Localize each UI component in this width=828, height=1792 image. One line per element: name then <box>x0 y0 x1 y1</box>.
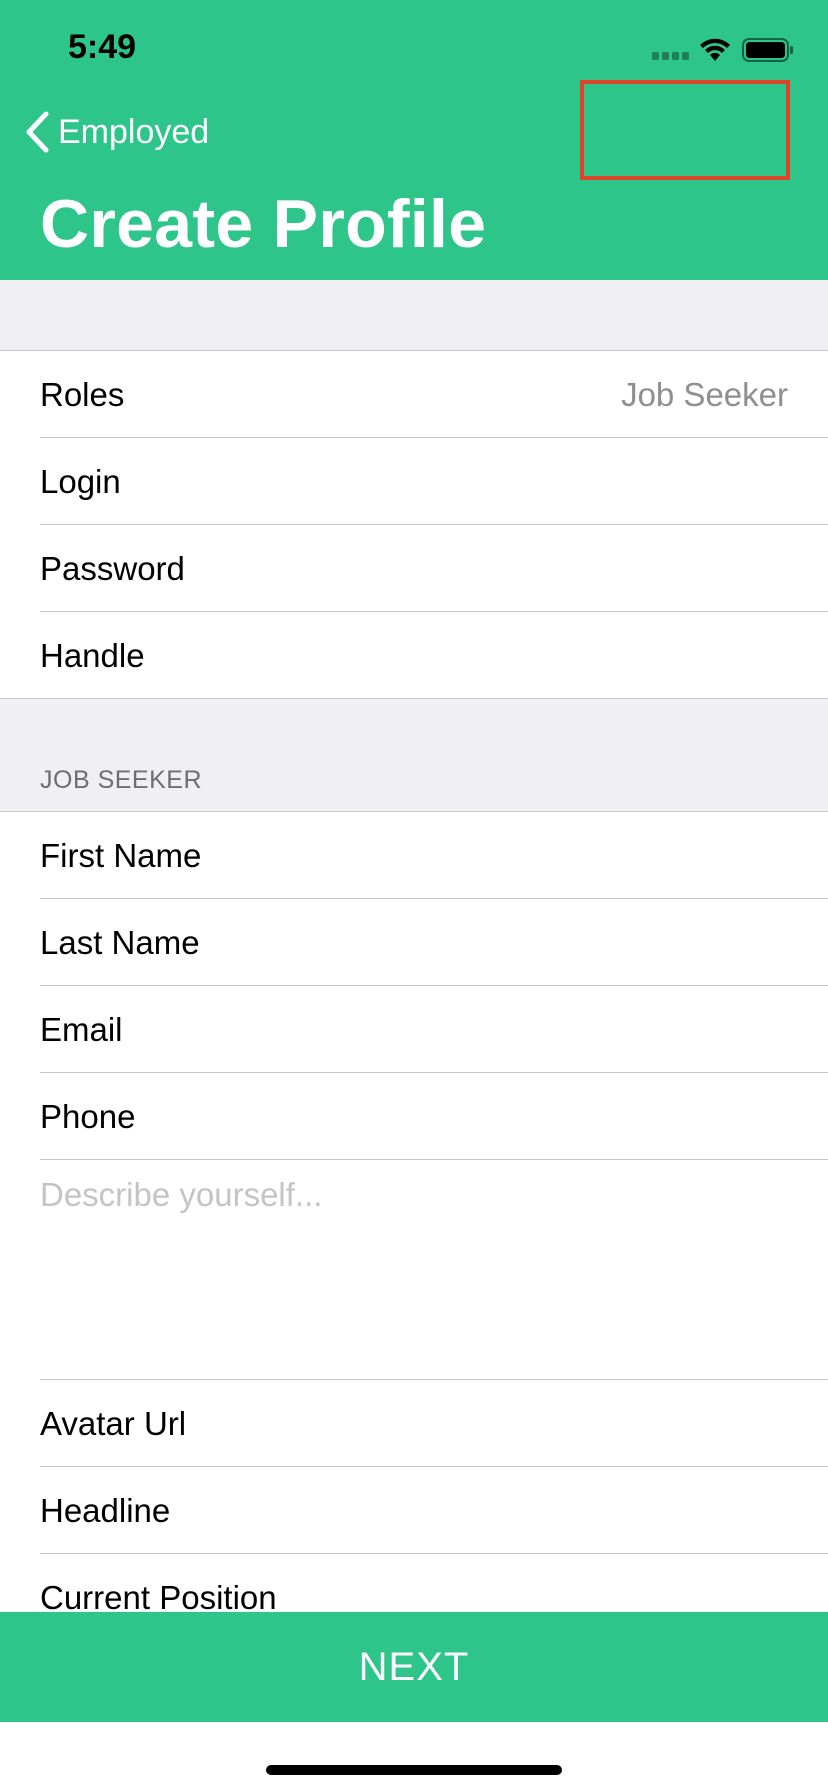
back-button[interactable]: Employed <box>24 108 209 156</box>
next-button[interactable]: NEXT <box>0 1612 828 1722</box>
last-name-label: Last Name <box>40 924 200 961</box>
last-name-field[interactable]: Last Name <box>0 899 828 986</box>
back-button-label: Employed <box>58 112 210 151</box>
group-spacer <box>0 280 828 351</box>
wifi-icon <box>700 38 730 61</box>
handle-label: Handle <box>40 637 145 674</box>
section-header-label: JOB SEEKER <box>40 766 202 794</box>
headline-field[interactable]: Headline <box>0 1467 828 1554</box>
current-position-label: Current Position <box>40 1579 277 1612</box>
cellular-signal-icon <box>652 52 692 60</box>
roles-row[interactable]: Roles Job Seeker <box>0 351 828 438</box>
profile-form: Roles Job Seeker Login Password Handle J… <box>0 280 828 1612</box>
status-time: 5:49 <box>68 28 137 66</box>
navigation-header: 5:49 Employed Create Profile <box>0 0 828 280</box>
chevron-left-icon <box>26 111 49 153</box>
headline-label: Headline <box>40 1492 171 1529</box>
job-seeker-section-header: JOB SEEKER <box>0 699 828 812</box>
page-title: Create Profile <box>40 186 487 262</box>
roles-label: Roles <box>40 376 125 413</box>
avatar-url-field[interactable]: Avatar Url <box>0 1380 828 1467</box>
login-field[interactable]: Login <box>0 438 828 525</box>
home-indicator[interactable] <box>266 1765 562 1775</box>
first-name-label: First Name <box>40 837 202 874</box>
description-placeholder: Describe yourself... <box>40 1176 323 1213</box>
current-position-field[interactable]: Current Position <box>0 1554 828 1612</box>
password-field[interactable]: Password <box>0 525 828 612</box>
phone-field[interactable]: Phone <box>0 1073 828 1160</box>
email-field[interactable]: Email <box>0 986 828 1073</box>
login-label: Login <box>40 463 121 500</box>
email-label: Email <box>40 1011 123 1048</box>
avatar-url-label: Avatar Url <box>40 1405 187 1442</box>
first-name-field[interactable]: First Name <box>0 812 828 899</box>
battery-icon <box>742 38 793 62</box>
phone-label: Phone <box>40 1098 136 1135</box>
password-label: Password <box>40 550 185 587</box>
handle-field[interactable]: Handle <box>0 612 828 699</box>
roles-value: Job Seeker <box>621 376 788 413</box>
nav-right-button-area[interactable] <box>580 80 790 180</box>
description-textarea[interactable]: Describe yourself... <box>0 1160 828 1380</box>
